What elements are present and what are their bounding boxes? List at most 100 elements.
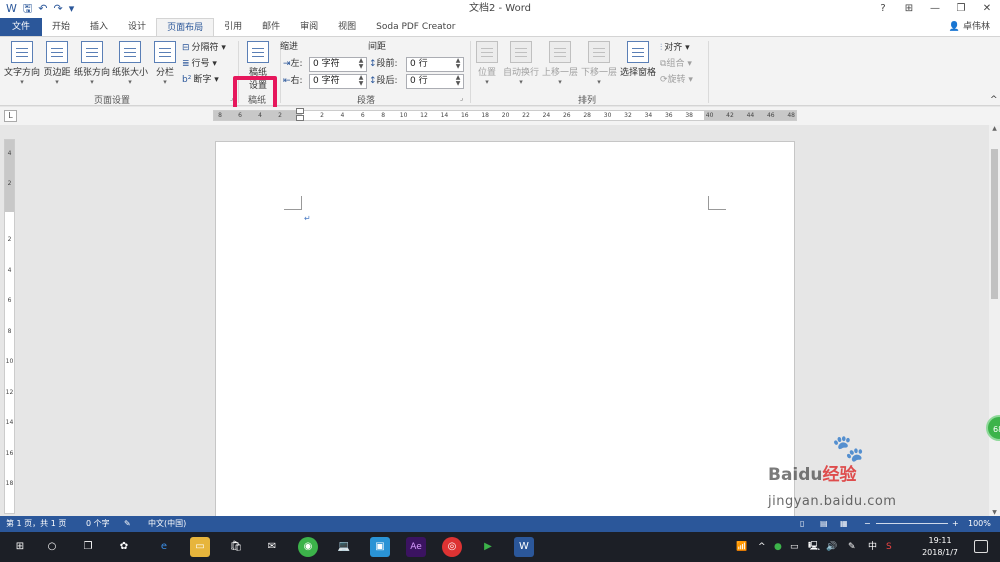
action-center-icon[interactable] [974, 540, 988, 553]
tab-references[interactable]: 引用 [214, 18, 252, 36]
file-explorer-icon[interactable]: ▭ [190, 537, 210, 557]
first-line-indent-icon[interactable] [296, 108, 304, 114]
zoom-slider[interactable] [876, 523, 948, 524]
store-icon[interactable]: 🛍 [226, 537, 246, 557]
redo-icon[interactable]: ↷ [53, 0, 62, 18]
edge-browser-icon[interactable]: e [154, 537, 174, 557]
margins-button[interactable]: 页边距 ▾ [42, 41, 72, 86]
indent-left-input[interactable]: 0 字符 ▲ ▼ [309, 57, 367, 72]
spin-arrows-icon[interactable]: ▲ ▼ [357, 58, 365, 70]
zoom-out-icon[interactable]: − [864, 516, 871, 532]
photo-app-icon[interactable]: ▣ [370, 537, 390, 557]
spin-arrows-icon[interactable]: ▲ ▼ [454, 75, 462, 87]
group-label-paragraph: 段落 [357, 96, 376, 106]
sogou-ime-icon[interactable]: S [886, 532, 892, 562]
columns-button[interactable]: 分栏 ▾ [152, 41, 178, 86]
laptop-app-icon[interactable]: 💻 [334, 537, 354, 557]
customize-icon[interactable]: ▾ [69, 0, 75, 18]
cortana-circle-icon[interactable]: ○ [42, 537, 62, 557]
scrollbar-thumb[interactable] [991, 149, 998, 299]
word-count[interactable]: 0 个字 [86, 516, 110, 532]
close-button[interactable]: ✕ [974, 0, 1000, 18]
spacing-after-input[interactable]: 0 行 ▲ ▼ [406, 74, 464, 89]
start-windows-icon[interactable]: ⊞ [10, 537, 30, 557]
tab-file[interactable]: 文件 [0, 18, 43, 36]
task-view-icon[interactable]: ❐ [78, 537, 98, 557]
tab-soda-pdf[interactable]: Soda PDF Creator [366, 18, 465, 36]
send-backward-button[interactable]: 下移一层 ▾ [581, 41, 617, 86]
page-count[interactable]: 第 1 页，共 1 页 [6, 516, 66, 532]
bring-forward-button[interactable]: 上移一层 ▾ [542, 41, 578, 86]
music-app-icon[interactable]: ◎ [442, 537, 462, 557]
selection-pane-button[interactable]: 选择窗格 [620, 41, 656, 78]
tab-mailings[interactable]: 邮件 [252, 18, 290, 36]
vertical-ruler[interactable]: 4 2 2 4 6 8 10 12 14 16 18 [4, 139, 15, 514]
restore-button[interactable]: ❐ [948, 0, 974, 18]
minimize-button[interactable]: — [922, 0, 948, 18]
tray-network-icon[interactable]: 🖳 [808, 532, 820, 562]
mail-icon[interactable]: ✉ [262, 537, 282, 557]
media-player-icon[interactable]: ▶ [478, 537, 498, 557]
scroll-down-icon[interactable]: ▼ [989, 509, 1000, 516]
indent-right-label: ⇤右: [283, 76, 303, 86]
language[interactable]: 中文(中国) [148, 516, 186, 532]
indent-right-input[interactable]: 0 字符 ▲ ▼ [309, 74, 367, 89]
system-clock[interactable]: 19:11 2018/1/7 [922, 535, 958, 559]
tray-pen-icon[interactable]: ✎ [848, 532, 856, 562]
tab-review[interactable]: 审阅 [290, 18, 328, 36]
proofing-icon[interactable]: ✎ [124, 516, 131, 532]
after-effects-icon[interactable]: Ae [406, 537, 426, 557]
spacing-before-input[interactable]: 0 行 ▲ ▼ [406, 57, 464, 72]
line-numbers-button[interactable]: ≣ 行号 ▾ [182, 57, 217, 71]
orientation-button[interactable]: 纸张方向 ▾ [74, 41, 110, 86]
web-layout-icon[interactable]: ▦ [840, 516, 848, 532]
align-button[interactable]: ⫶ 对齐 ▾ [660, 41, 690, 55]
rotate-button[interactable]: ⟳旋转 ▾ [660, 73, 693, 87]
user-account[interactable]: 👤 卓伟林 [949, 18, 990, 36]
ruler-tick: 20 [501, 112, 510, 119]
position-button[interactable]: 位置 ▾ [474, 41, 500, 86]
group-button[interactable]: ⧉组合 ▾ [660, 57, 692, 71]
zoom-in-icon[interactable]: + [952, 516, 959, 532]
tray-app-icon[interactable]: ● [774, 532, 782, 562]
word-taskbar-icon[interactable]: W [514, 537, 534, 557]
zoom-level[interactable]: 100% [968, 516, 991, 532]
baidu-watermark: 🐾 Baidu经验 jingyan.baidu.com [768, 434, 948, 516]
wrap-text-button[interactable]: 自动换行 ▾ [503, 41, 539, 86]
tab-design[interactable]: 设计 [118, 18, 156, 36]
ruler-tick: 16 [5, 449, 14, 457]
help-button[interactable]: ? [870, 0, 896, 18]
save-icon[interactable]: 🖫 [23, 0, 32, 18]
collapse-ribbon-icon[interactable]: ^ [990, 93, 998, 107]
ime-indicator[interactable]: 中 [868, 532, 877, 562]
tab-home[interactable]: 开始 [42, 18, 80, 36]
tab-page-layout[interactable]: 页面布局 [156, 18, 215, 36]
user-avatar-icon: 👤 [948, 22, 961, 32]
read-mode-icon[interactable]: ▯ [800, 516, 804, 532]
tab-selector-icon[interactable]: L [4, 110, 17, 122]
pinwheel-app-icon[interactable]: ✿ [114, 537, 134, 557]
spin-arrows-icon[interactable]: ▲ ▼ [357, 75, 365, 87]
tab-view[interactable]: 视图 [328, 18, 366, 36]
paragraph-launcher-icon[interactable]: ⌟ [460, 94, 463, 102]
ruler-tick: 46 [766, 112, 775, 119]
text-direction-button[interactable]: 文字方向 ▾ [4, 41, 40, 86]
chevron-down-icon: ▾ [163, 78, 167, 86]
scroll-up-icon[interactable]: ▲ [989, 125, 1000, 132]
undo-icon[interactable]: ↶ [38, 0, 47, 18]
hyphenation-button[interactable]: b² 断字 ▾ [182, 73, 219, 87]
breaks-button[interactable]: ⊟ 分隔符 ▾ [182, 41, 226, 55]
green-app-icon[interactable]: ◉ [298, 537, 318, 557]
tray-chevron-icon[interactable]: ^ [758, 532, 766, 562]
spin-arrows-icon[interactable]: ▲ ▼ [454, 58, 462, 70]
document-page[interactable]: ↵ [215, 141, 795, 521]
print-layout-icon[interactable]: ▤ [820, 516, 828, 532]
vertical-scrollbar[interactable]: ▲ ▼ [989, 125, 1000, 516]
wifi-icon[interactable]: 📶 [736, 532, 747, 562]
hanging-indent-icon[interactable] [296, 115, 304, 121]
paper-size-button[interactable]: 纸张大小 ▾ [112, 41, 148, 86]
tray-display-icon[interactable]: ▭ [790, 532, 799, 562]
tray-volume-icon[interactable]: 🔊 [826, 532, 837, 562]
ribbon-display-button[interactable]: ⊞ [896, 0, 922, 18]
tab-insert[interactable]: 插入 [80, 18, 118, 36]
